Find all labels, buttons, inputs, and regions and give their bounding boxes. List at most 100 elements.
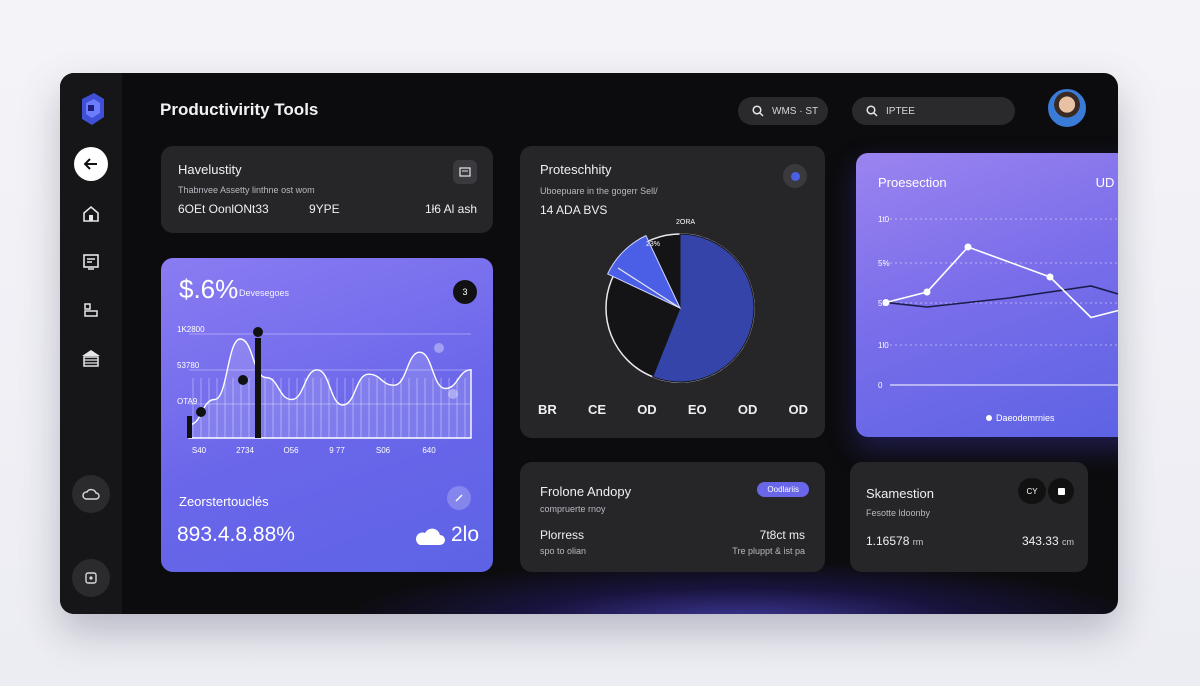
- growth-marker: [238, 375, 248, 385]
- search-box-1[interactable]: WMS · ST: [738, 97, 828, 125]
- pie-legend-item: OD: [788, 402, 809, 417]
- growth-area-series: [188, 338, 472, 439]
- legend-dot-icon: [986, 415, 992, 421]
- search-2-text: IPTEE: [886, 105, 915, 117]
- square-icon: [85, 572, 97, 584]
- growth-badge-text: 3: [462, 287, 468, 297]
- growth-marker: [196, 407, 206, 417]
- frolone-subtitle: compruerte rnoy: [540, 504, 606, 514]
- skamestion-subtitle: Fesotte ldoonby: [866, 508, 931, 518]
- skamestion-right: 343.33 cm: [1022, 534, 1074, 548]
- prediction-y-label: 1t0: [878, 215, 890, 224]
- havelustity-mid-value: 9YPE: [309, 202, 340, 216]
- havelustity-subtitle: Thabnvee Assetty linthne ost wom: [178, 185, 315, 195]
- prediction-y-label: 0: [878, 381, 883, 390]
- skamestion-stop-button[interactable]: [1048, 478, 1074, 504]
- prediction-legend: Daeodemrnies: [986, 413, 1055, 423]
- pie-label: 2ORA: [676, 219, 695, 226]
- card-icon: [459, 167, 471, 177]
- proteschity-subtitle: Uboepuare in the gogerr Sell/: [540, 186, 658, 196]
- skamestion-left-unit: rm: [912, 537, 924, 547]
- frolone-title: Frolone Andopy: [540, 484, 632, 499]
- pie-legend-item: EO: [687, 402, 707, 417]
- growth-badge[interactable]: 3: [453, 280, 477, 304]
- settings-button[interactable]: [72, 559, 110, 597]
- prediction-card: Proesection UD SKP 1t05%5l01l005t62t51t6…: [856, 153, 1118, 437]
- proteschity-card: Proteschhity Uboepuare in the gogerr Sel…: [520, 146, 825, 438]
- growth-y-label: 53780: [177, 361, 200, 370]
- growth-x-label: 640: [422, 446, 436, 455]
- prediction-point: [964, 243, 972, 251]
- back-button[interactable]: [74, 147, 108, 181]
- home-nav-button[interactable]: [74, 197, 108, 231]
- growth-headline: $.6%: [179, 274, 239, 304]
- app-logo[interactable]: [76, 91, 108, 127]
- prediction-x-label: 0l4: [1059, 394, 1070, 395]
- skamestion-title: Skamestion: [866, 486, 934, 501]
- growth-y-label: OTA9: [177, 397, 198, 406]
- document-icon: [83, 254, 99, 270]
- skamestion-chip-text: CY: [1026, 486, 1038, 496]
- frolone-card: Frolone Andopy Oodlariis compruerte rnoy…: [520, 462, 825, 572]
- growth-marker: [448, 389, 458, 399]
- pie-legend-item: OD: [637, 402, 657, 417]
- building-icon: [82, 350, 100, 367]
- havelustity-title: Havelustity: [178, 162, 242, 177]
- frolone-row-right-sub: Tre pluppt & ist pa: [732, 546, 805, 556]
- stop-icon: [1057, 487, 1065, 495]
- user-avatar[interactable]: [1048, 89, 1086, 127]
- prediction-series-2: [885, 285, 1118, 308]
- frolone-row-right: 7t8ct ms: [759, 528, 805, 542]
- skamestion-left: 1.16578 rm: [866, 534, 923, 548]
- growth-highlight-bar: [187, 416, 192, 438]
- prediction-title: Proesection: [878, 175, 947, 190]
- pencil-icon: [455, 494, 463, 502]
- havelustity-card: Havelustity Thabnvee Assetty linthne ost…: [161, 146, 493, 233]
- search-box-2[interactable]: IPTEE: [852, 97, 1015, 125]
- prediction-x-label: 1t6: [1006, 394, 1018, 395]
- proteschity-legend: BR CE OD EO OD OD: [538, 402, 808, 417]
- storage-nav-button[interactable]: [74, 341, 108, 375]
- pie-label: 23%: [646, 241, 660, 248]
- growth-x-label: 9 77: [329, 446, 345, 455]
- home-icon: [83, 205, 99, 222]
- growth-x-label: O56: [283, 446, 299, 455]
- proteschity-info-button[interactable]: [783, 164, 807, 188]
- skamestion-chip[interactable]: CY: [1018, 478, 1046, 504]
- search-icon: [866, 105, 878, 117]
- prediction-point: [882, 299, 890, 306]
- growth-y-label: 1K2800: [177, 325, 205, 334]
- growth-x-label: S40: [192, 446, 207, 455]
- havelustity-right-value: 1ł6 Al ash: [424, 202, 477, 216]
- growth-edit-button[interactable]: [447, 486, 471, 510]
- skamestion-right-unit: cm: [1062, 537, 1074, 547]
- growth-x-label: 2734: [236, 446, 254, 455]
- growth-headline-label: Devesegoes: [239, 288, 290, 298]
- prediction-line-chart: 1t05%5l01l005t62t51t60l45%: [878, 215, 1118, 395]
- prediction-legend-text: Daeodemrnies: [996, 413, 1055, 423]
- pie-legend-item: OD: [737, 402, 758, 417]
- frolone-row-left-sub: spo to olian: [540, 546, 587, 556]
- prediction-top-right: UD SKP: [1095, 175, 1118, 190]
- search-1-text: WMS · ST: [772, 105, 819, 117]
- proteschity-title: Proteschhity: [540, 162, 612, 177]
- cloud-icon: [416, 528, 445, 545]
- growth-area-chart: 1K2800 53780 OTA9 S40 2734 O56 9 77 S06 640: [177, 325, 472, 455]
- cloud-sync-button[interactable]: [72, 475, 110, 513]
- havelustity-menu-button[interactable]: [453, 160, 477, 184]
- page-title: Productivirity Tools: [160, 100, 319, 119]
- growth-x-label: S06: [376, 446, 391, 455]
- arrow-left-icon: [84, 158, 97, 170]
- reports-nav-button[interactable]: [74, 245, 108, 279]
- pie-legend-item: BR: [538, 402, 557, 417]
- prediction-point: [923, 288, 931, 296]
- growth-marker: [434, 343, 444, 353]
- frolone-badge[interactable]: Oodlariis: [757, 482, 809, 497]
- growth-marker: [253, 327, 263, 337]
- tasks-nav-button[interactable]: [74, 293, 108, 327]
- pie-legend-item: CE: [587, 402, 607, 417]
- growth-cloud-value: 2lo: [451, 523, 480, 546]
- prediction-x-label: 2t5: [954, 394, 966, 395]
- skamestion-right-value: 343.33: [1021, 534, 1059, 548]
- havelustity-left-value: 6OEt OonlONt33: [178, 202, 269, 216]
